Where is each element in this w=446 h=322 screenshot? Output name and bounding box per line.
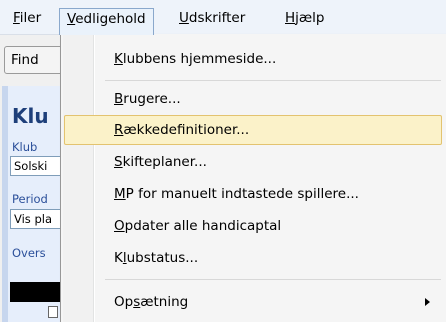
menu-item-opsaetning[interactable]: Opsætning <box>64 287 442 317</box>
find-button[interactable]: Find <box>4 46 64 74</box>
menu-item-brugere[interactable]: Brugere... <box>64 84 442 114</box>
period-field[interactable]: Vis pla <box>10 209 66 229</box>
menu-vedligehold[interactable]: Vedligehold <box>59 8 154 35</box>
klub-field[interactable]: Solski <box>10 156 66 176</box>
menu-item-opdater-handicaptal[interactable]: Opdater alle handicaptal <box>64 211 442 241</box>
menu-filer[interactable]: Filer <box>6 8 48 30</box>
menu-item-skifteplaner[interactable]: Skifteplaner... <box>64 147 442 177</box>
submenu-arrow-icon <box>425 298 430 306</box>
menu-item-klubbens-hjemmeside[interactable]: Klubbens hjemmeside... <box>64 44 442 74</box>
menu-item-klubstatus[interactable]: Klubstatus... <box>64 243 442 273</box>
menu-udskrifter[interactable]: Udskrifter <box>172 8 252 30</box>
period-label: Period <box>12 192 48 206</box>
menu-item-mp-manuelt[interactable]: MP for manuelt indtastede spillere... <box>64 179 442 209</box>
menu-separator <box>105 279 441 280</box>
menu-item-raekkedefinitioner[interactable]: Rækkedefinitioner... <box>64 115 442 145</box>
gutter-divider <box>94 34 95 322</box>
panel-title: Klu <box>12 104 49 128</box>
klub-label: Klub <box>12 140 38 154</box>
menu-separator <box>105 80 441 81</box>
menu-hjaelp[interactable]: Hjælp <box>278 8 331 30</box>
black-bar <box>10 282 66 302</box>
overs-label: Overs <box>12 246 46 260</box>
tree-expander-icon[interactable] <box>48 306 58 318</box>
menu-bar: Filer Vedligehold Udskrifter Hjælp <box>0 0 446 35</box>
menu-icon-gutter <box>63 34 94 322</box>
vedligehold-dropdown: Klubbens hjemmeside... Brugere... Rækked… <box>60 34 446 322</box>
